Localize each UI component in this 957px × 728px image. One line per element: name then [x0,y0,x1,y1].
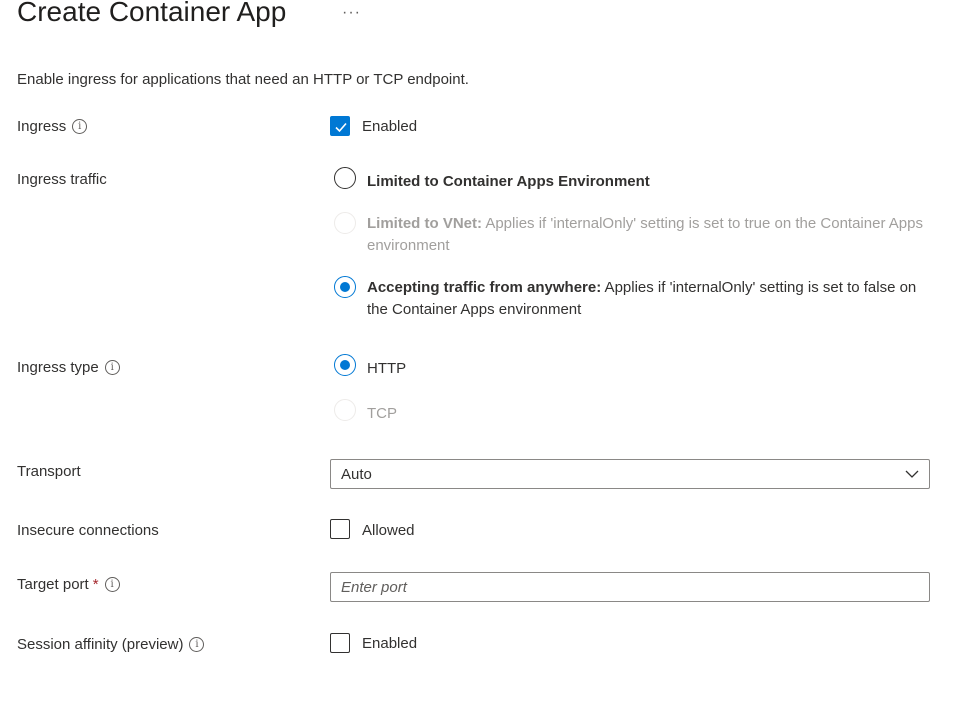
ingress-type-label: Ingress type [17,359,99,376]
info-icon[interactable]: i [104,577,120,592]
insecure-connections-label: Insecure connections [17,522,159,539]
target-port-label: Target port [17,576,89,593]
option-accept-from-anywhere-title: Accepting traffic from anywhere: [367,279,602,296]
info-icon[interactable]: i [104,360,120,375]
option-limited-to-environment-title: Limited to Container Apps Environment [367,173,650,190]
session-affinity-checkbox[interactable] [330,633,350,653]
ingress-enabled-checkbox[interactable] [330,116,350,136]
option-tcp: TCP [367,405,397,422]
option-limited-to-vnet-title: Limited to VNet: [367,215,482,232]
transport-dropdown[interactable]: Auto [330,459,930,489]
ingress-traffic-label: Ingress traffic [17,171,107,188]
radio-limited-to-environment[interactable] [334,167,356,189]
session-affinity-label-row: Session affinity (preview) i [17,636,205,653]
session-affinity-checkbox-label: Enabled [362,635,418,652]
required-indicator: * [92,576,99,593]
option-limited-to-environment: Limited to Container Apps Environment [367,171,927,193]
checkmark-icon [335,122,347,133]
option-http: HTTP [367,360,407,377]
radio-limited-to-vnet [334,212,356,234]
insecure-connections-checkbox[interactable] [330,519,350,539]
page-title: Create Container App [17,0,287,27]
transport-label-text: Transport [17,463,81,480]
target-port-label-row: Target port * i [17,576,120,593]
option-accept-from-anywhere: Accepting traffic from anywhere: Applies… [367,277,927,321]
option-limited-to-vnet: Limited to VNet: Applies if 'internalOnl… [367,213,927,257]
radio-accept-from-anywhere[interactable] [334,276,356,298]
ingress-type-label-row: Ingress type i [17,359,120,376]
insecure-connections-label-text: Insecure connections [17,522,159,539]
ingress-label-row: Ingress i [17,118,88,135]
target-port-input[interactable] [330,572,930,602]
radio-tcp [334,399,356,421]
ingress-enabled-label: Enabled [362,118,418,135]
ingress-traffic-label-text: Ingress traffic [17,171,107,188]
info-icon[interactable]: i [189,637,205,652]
ingress-label: Ingress [17,118,67,135]
radio-http[interactable] [334,354,356,376]
section-description: Enable ingress for applications that nee… [17,71,469,88]
transport-label: Transport [17,463,81,480]
info-icon[interactable]: i [72,119,88,134]
chevron-down-icon [905,470,919,478]
session-affinity-label: Session affinity (preview) [17,636,184,653]
more-icon[interactable]: ··· [342,4,361,22]
insecure-connections-checkbox-label: Allowed [362,522,415,539]
transport-selected-value: Auto [341,466,372,483]
